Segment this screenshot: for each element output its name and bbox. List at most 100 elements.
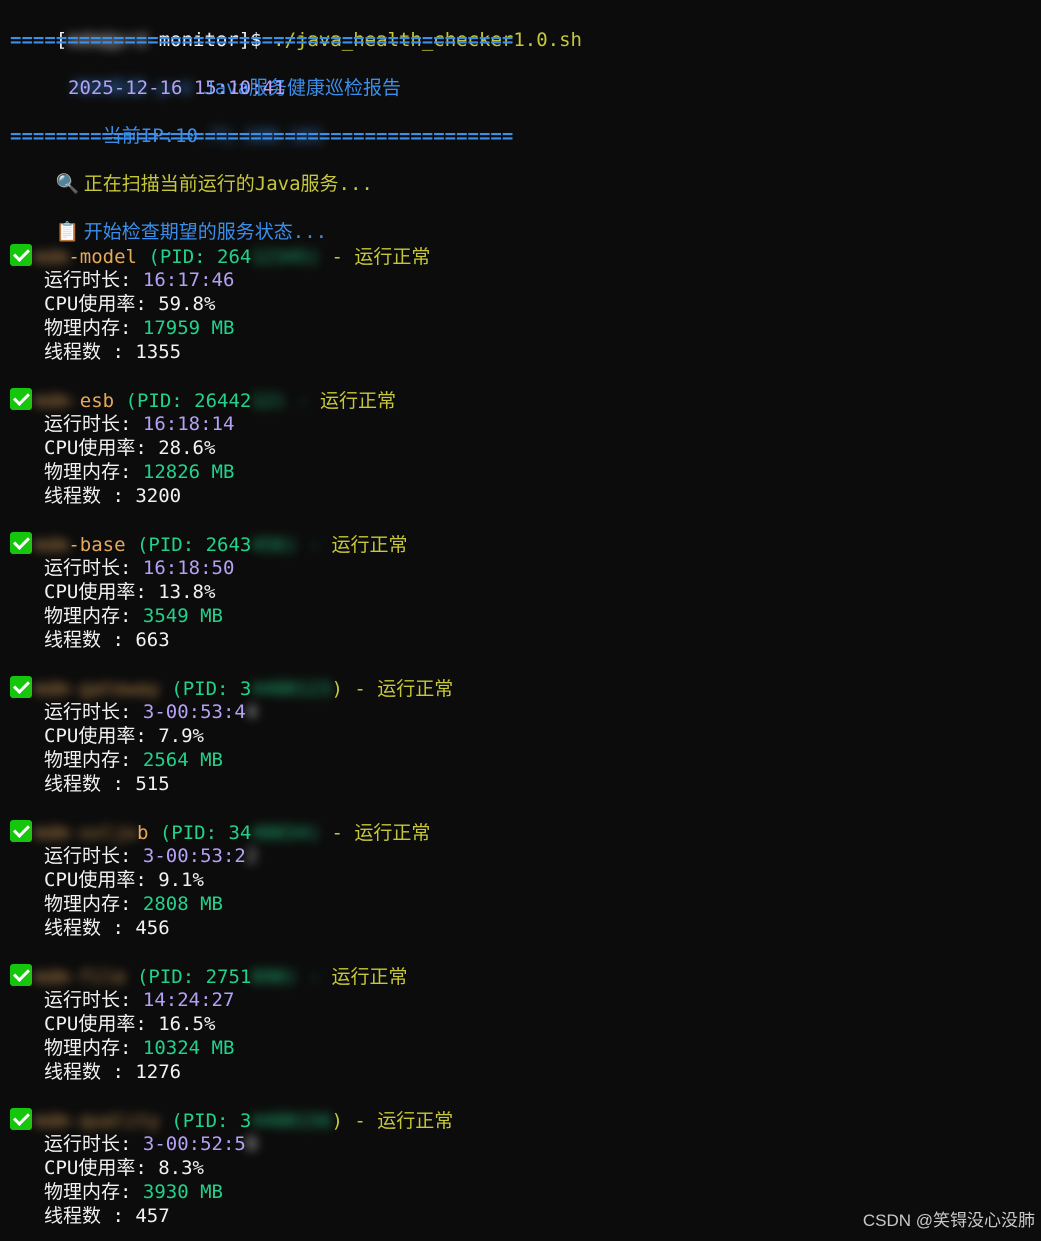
cpu-value: 8.3% — [158, 1157, 204, 1179]
magnifier-icon: 🔍 — [55, 173, 80, 195]
service-memory-row: 物理内存: 12826 MB — [44, 460, 234, 484]
threads-value: 515 — [135, 773, 170, 795]
cpu-label: CPU使用率: — [44, 293, 159, 315]
service-separator: ) - — [331, 678, 378, 700]
service-cpu-row: CPU使用率: 9.1% — [44, 868, 204, 892]
check-mark-icon — [10, 532, 32, 554]
service-pid-hidden: 12) - — [251, 390, 321, 412]
service-status: 运行正常 — [354, 822, 431, 844]
service-name-hidden: mdm-gateway — [34, 678, 160, 700]
uptime-value-hidden: 4 — [245, 701, 258, 723]
service-threads-row: 线程数 : 515 — [44, 772, 170, 796]
uptime-value: 16:18:50 — [142, 557, 235, 579]
memory-value: 17959 MB — [142, 317, 235, 339]
threads-value: 3200 — [135, 485, 182, 507]
threads-label: 线程数 : — [44, 917, 136, 939]
service-status: 运行正常 — [354, 246, 431, 268]
service-cpu-row: CPU使用率: 7.9% — [44, 724, 204, 748]
service-cpu-row: CPU使用率: 28.6% — [44, 436, 215, 460]
service-cpu-row: CPU使用率: 13.8% — [44, 580, 215, 604]
service-threads-row: 线程数 : 663 — [44, 628, 170, 652]
scan-message: 正在扫描当前运行的Java服务... — [83, 173, 373, 195]
service-pid-hidden: 40034) — [251, 822, 320, 844]
service-name-hidden: mdm-quality — [34, 1110, 160, 1132]
service-header-line: mdm-model (PID: 26412345) - 运行正常 — [10, 244, 430, 268]
memory-label: 物理内存: — [44, 1181, 143, 1203]
uptime-value: 16:18:14 — [142, 413, 235, 435]
service-uptime-row: 运行时长: 14:24:27 — [44, 988, 234, 1012]
cpu-label: CPU使用率: — [44, 869, 159, 891]
check-mark-icon — [10, 964, 32, 986]
uptime-value: 3-00:52:5 — [142, 1133, 246, 1155]
service-separator: - — [320, 246, 355, 268]
memory-label: 物理内存: — [44, 605, 143, 627]
service-threads-row: 线程数 : 1276 — [44, 1060, 181, 1084]
service-uptime-row: 运行时长: 3-00:53:44 — [44, 700, 257, 724]
service-name-hidden: mdm — [34, 534, 69, 556]
service-name-hidden: mdm-xxljo — [34, 822, 137, 844]
report-title-line: MDM系统-prd Java服务健康巡检报告 — [28, 52, 401, 99]
service-pid: (PID: 3 — [159, 1110, 252, 1132]
service-status: 运行正常 — [377, 1110, 454, 1132]
check-mark-icon — [10, 676, 32, 698]
check-mark-icon — [10, 820, 32, 842]
service-pid-hidden: 4400123 — [251, 678, 332, 700]
terminal-window[interactable]: [mdm@prd monitor]$ ./java_health_checker… — [0, 0, 1041, 1241]
memory-value: 3930 MB — [142, 1181, 223, 1203]
service-pid: (PID: 3 — [159, 678, 252, 700]
service-threads-row: 线程数 : 3200 — [44, 484, 181, 508]
check-message-line: 📋 开始检查期望的服务状态... — [10, 196, 327, 243]
service-threads-row: 线程数 : 1355 — [44, 340, 181, 364]
service-name: -base — [68, 534, 126, 556]
service-threads-row: 线程数 : 457 — [44, 1204, 170, 1228]
memory-label: 物理内存: — [44, 461, 143, 483]
service-memory-row: 物理内存: 17959 MB — [44, 316, 234, 340]
cpu-value: 59.8% — [158, 293, 216, 315]
threads-label: 线程数 : — [44, 1061, 136, 1083]
memory-value: 3549 MB — [142, 605, 223, 627]
service-separator: ) - — [331, 1110, 378, 1132]
threads-value: 1276 — [135, 1061, 182, 1083]
uptime-label: 运行时长: — [44, 701, 143, 723]
service-name: esb — [79, 390, 115, 412]
service-name-hidden: mdm- — [34, 390, 80, 412]
memory-label: 物理内存: — [44, 893, 143, 915]
threads-label: 线程数 : — [44, 485, 136, 507]
service-name-hidden: mdm-file — [34, 966, 126, 988]
threads-value: 1355 — [135, 341, 182, 363]
uptime-label: 运行时长: — [44, 269, 143, 291]
cpu-value: 9.1% — [158, 869, 204, 891]
uptime-value: 14:24:27 — [142, 989, 235, 1011]
cpu-value: 7.9% — [158, 725, 204, 747]
cpu-value: 16.5% — [158, 1013, 216, 1035]
cpu-label: CPU使用率: — [44, 1013, 159, 1035]
cpu-label: CPU使用率: — [44, 437, 159, 459]
uptime-label: 运行时长: — [44, 413, 143, 435]
memory-value: 2808 MB — [142, 893, 223, 915]
service-header-line: mdm-esb (PID: 2644212) - 运行正常 — [10, 388, 396, 412]
service-memory-row: 物理内存: 3930 MB — [44, 1180, 223, 1204]
threads-label: 线程数 : — [44, 773, 136, 795]
watermark: CSDN @笑锝没心没肺 — [862, 1211, 1035, 1230]
service-header-line: mdm-base (PID: 2643456) - 运行正常 — [10, 532, 407, 556]
service-pid-hidden: 890) - — [251, 966, 332, 988]
scan-message-line: 🔍 正在扫描当前运行的Java服务... — [10, 148, 373, 195]
service-status: 运行正常 — [331, 534, 408, 556]
cpu-value: 13.8% — [158, 581, 216, 603]
service-status: 运行正常 — [320, 390, 397, 412]
service-pid: (PID: 264 — [136, 246, 252, 268]
service-threads-row: 线程数 : 456 — [44, 916, 170, 940]
cpu-value: 28.6% — [158, 437, 216, 459]
service-name-hidden: mdm — [34, 246, 69, 268]
service-pid: (PID: 34 — [148, 822, 252, 844]
report-datetime: 2025-12-16 15:10:41 — [68, 77, 286, 99]
service-cpu-row: CPU使用率: 16.5% — [44, 1012, 215, 1036]
threads-value: 663 — [135, 629, 170, 651]
uptime-value: 16:17:46 — [142, 269, 235, 291]
uptime-label: 运行时长: — [44, 1133, 143, 1155]
memory-value: 2564 MB — [142, 749, 223, 771]
separator-bottom: ========================================… — [10, 125, 514, 147]
memory-label: 物理内存: — [44, 317, 143, 339]
service-name: -model — [68, 246, 137, 268]
threads-value: 457 — [135, 1205, 170, 1227]
